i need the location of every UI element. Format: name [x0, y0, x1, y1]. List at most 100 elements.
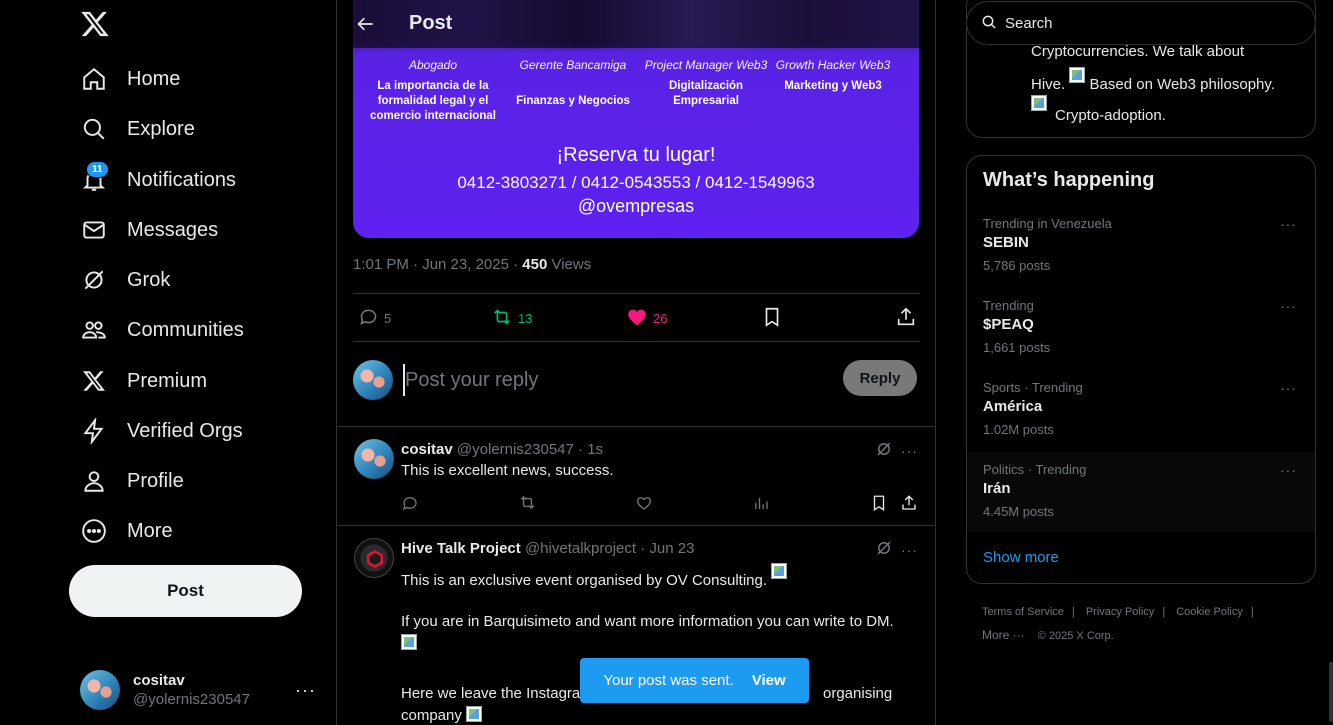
scrollbar-edge[interactable]: [1329, 662, 1333, 722]
tweet-time[interactable]: Jun 23: [649, 540, 694, 557]
banner-topic: Finanzas y Negocios: [516, 95, 630, 107]
more-dots-icon[interactable]: ···: [1280, 462, 1297, 478]
search-input[interactable]: [1005, 14, 1305, 32]
avatar[interactable]: [354, 538, 394, 578]
footer-privacy-link[interactable]: Privacy Policy: [1086, 606, 1154, 618]
nav-grok[interactable]: Grok: [80, 260, 170, 300]
footer-cookie-link[interactable]: Cookie Policy: [1176, 606, 1243, 618]
trend-context: Trending: [983, 298, 1034, 313]
repost-icon: [491, 306, 513, 331]
more-dots-icon[interactable]: ···: [1280, 216, 1297, 232]
footer-terms-link[interactable]: Terms of Service: [982, 606, 1064, 618]
avatar[interactable]: [354, 439, 394, 479]
reply-icon: [358, 306, 379, 330]
broken-image-icon: [1069, 67, 1086, 83]
trend-item[interactable]: Trending in Venezuela SEBIN 5,786 posts …: [967, 216, 1315, 298]
broken-image-icon: [466, 706, 483, 722]
left-sidebar: Home Explore 11 Notifications Messages G…: [0, 0, 337, 725]
reply-button[interactable]: Reply: [843, 360, 917, 396]
reply-icon[interactable]: [401, 494, 419, 517]
like-count: 26: [653, 310, 668, 326]
tweet-time[interactable]: 1s: [587, 441, 603, 458]
tweet-author-name[interactable]: Hive Talk Project: [401, 540, 521, 557]
repost-icon[interactable]: [518, 493, 537, 517]
more-dots-icon[interactable]: ···: [901, 542, 918, 558]
share-action[interactable]: [895, 306, 917, 330]
trend-item[interactable]: Politics · Trending Irán 4.45M posts ···: [967, 452, 1315, 532]
nav-notifications-label: Notifications: [127, 168, 236, 191]
main-column: Abogado La importancia de la formalidad …: [336, 0, 936, 725]
avatar: [80, 670, 120, 710]
nav-messages[interactable]: Messages: [80, 210, 218, 250]
grok-icon[interactable]: [875, 539, 893, 562]
more-dots-icon[interactable]: ···: [1280, 380, 1297, 396]
bio-text: Hive.: [1031, 76, 1066, 93]
tweet-header-actions: ···: [875, 540, 918, 560]
tweet-author-handle[interactable]: @yolernis230547: [457, 441, 574, 458]
heart-icon[interactable]: [635, 494, 653, 517]
more-dots-icon: ···: [295, 679, 316, 700]
account-name: cositav: [133, 672, 185, 689]
person-icon: [80, 467, 108, 495]
banner-reserva: ¡Reserva tu lugar!: [556, 144, 716, 166]
tweet-header: cositav @yolernis230547 · 1s: [401, 441, 604, 458]
nav-verified-orgs[interactable]: Verified Orgs: [80, 411, 243, 451]
views-icon[interactable]: [752, 494, 770, 517]
avatar: [353, 360, 393, 400]
tweet-header: Hive Talk Project @hivetalkproject · Jun…: [401, 540, 695, 557]
tweet-paragraph-end: organising: [823, 685, 893, 702]
reply-action[interactable]: 5: [358, 306, 391, 330]
nav-explore[interactable]: Explore: [80, 109, 195, 149]
repost-action[interactable]: 13: [491, 306, 532, 330]
banner-column: Gerente Bancamiga Finanzas y Negocios: [503, 58, 643, 109]
banner-topic: La importancia de la formalidad legal y …: [370, 80, 496, 122]
whats-happening-panel: What’s happening Trending in Venezuela S…: [966, 155, 1316, 584]
tweet-header-actions: ···: [875, 441, 918, 461]
bell-icon: 11: [80, 161, 109, 194]
tweet-paragraph: If you are in Barquisimeto and want more…: [401, 613, 894, 630]
nav-notifications[interactable]: 11 Notifications: [80, 160, 236, 200]
post-button[interactable]: Post: [69, 565, 302, 617]
more-dots-icon[interactable]: ···: [1280, 298, 1297, 314]
bookmark-icon[interactable]: [870, 494, 888, 517]
reply-input[interactable]: [403, 364, 783, 396]
broken-image-icon: [771, 563, 788, 579]
banner-role: Abogado: [408, 58, 458, 72]
page-header: Post: [337, 0, 935, 48]
trend-item[interactable]: Trending $PEAQ 1,661 posts ···: [967, 298, 1315, 380]
home-icon: [80, 65, 108, 93]
account-switcher[interactable]: cositav @yolernis230547 ···: [80, 664, 330, 716]
trend-item[interactable]: Sports · Trending América 1.02M posts ··…: [967, 380, 1315, 462]
x-logo-icon[interactable]: [80, 9, 110, 39]
nav-more[interactable]: More: [80, 511, 173, 551]
nav-profile[interactable]: Profile: [80, 461, 184, 501]
toast: Your post was sent. View: [580, 658, 809, 703]
trend-context: Sports · Trending: [983, 380, 1083, 395]
tweet-author-handle[interactable]: @hivetalkproject: [525, 540, 636, 557]
search-bar[interactable]: [966, 1, 1316, 45]
share-icon[interactable]: [900, 494, 918, 517]
tweet-paragraph: company: [401, 706, 483, 725]
reply-tweet[interactable]: cositav @yolernis230547 · 1s ··· This is…: [337, 426, 935, 526]
nav-communities[interactable]: Communities: [80, 310, 244, 350]
back-arrow-icon[interactable]: [354, 12, 378, 36]
footer-more-link[interactable]: More ···: [982, 628, 1025, 642]
nav-home[interactable]: Home: [80, 59, 180, 99]
banner-topic: Marketing y Web3: [784, 80, 882, 92]
page-title: Post: [409, 12, 453, 34]
envelope-icon: [80, 216, 108, 244]
panel-title: What’s happening: [983, 169, 1155, 191]
show-more-link[interactable]: Show more: [983, 549, 1059, 566]
like-action[interactable]: 26: [626, 306, 667, 330]
more-dots-icon[interactable]: ···: [901, 443, 918, 459]
toast-view-link[interactable]: View: [752, 672, 786, 689]
nav-messages-label: Messages: [127, 218, 219, 241]
nav-premium[interactable]: Premium: [80, 361, 207, 401]
trend-count: 1,661 posts: [983, 340, 1051, 355]
grok-icon[interactable]: [875, 440, 893, 463]
banner-role: Project Manager Web3: [644, 58, 768, 72]
tweet-author-name[interactable]: cositav: [401, 441, 453, 458]
bookmark-action[interactable]: [761, 306, 783, 330]
notification-badge: 11: [86, 161, 109, 178]
post-timestamp[interactable]: 1:01 PM · Jun 23, 2025 ·: [353, 256, 522, 273]
